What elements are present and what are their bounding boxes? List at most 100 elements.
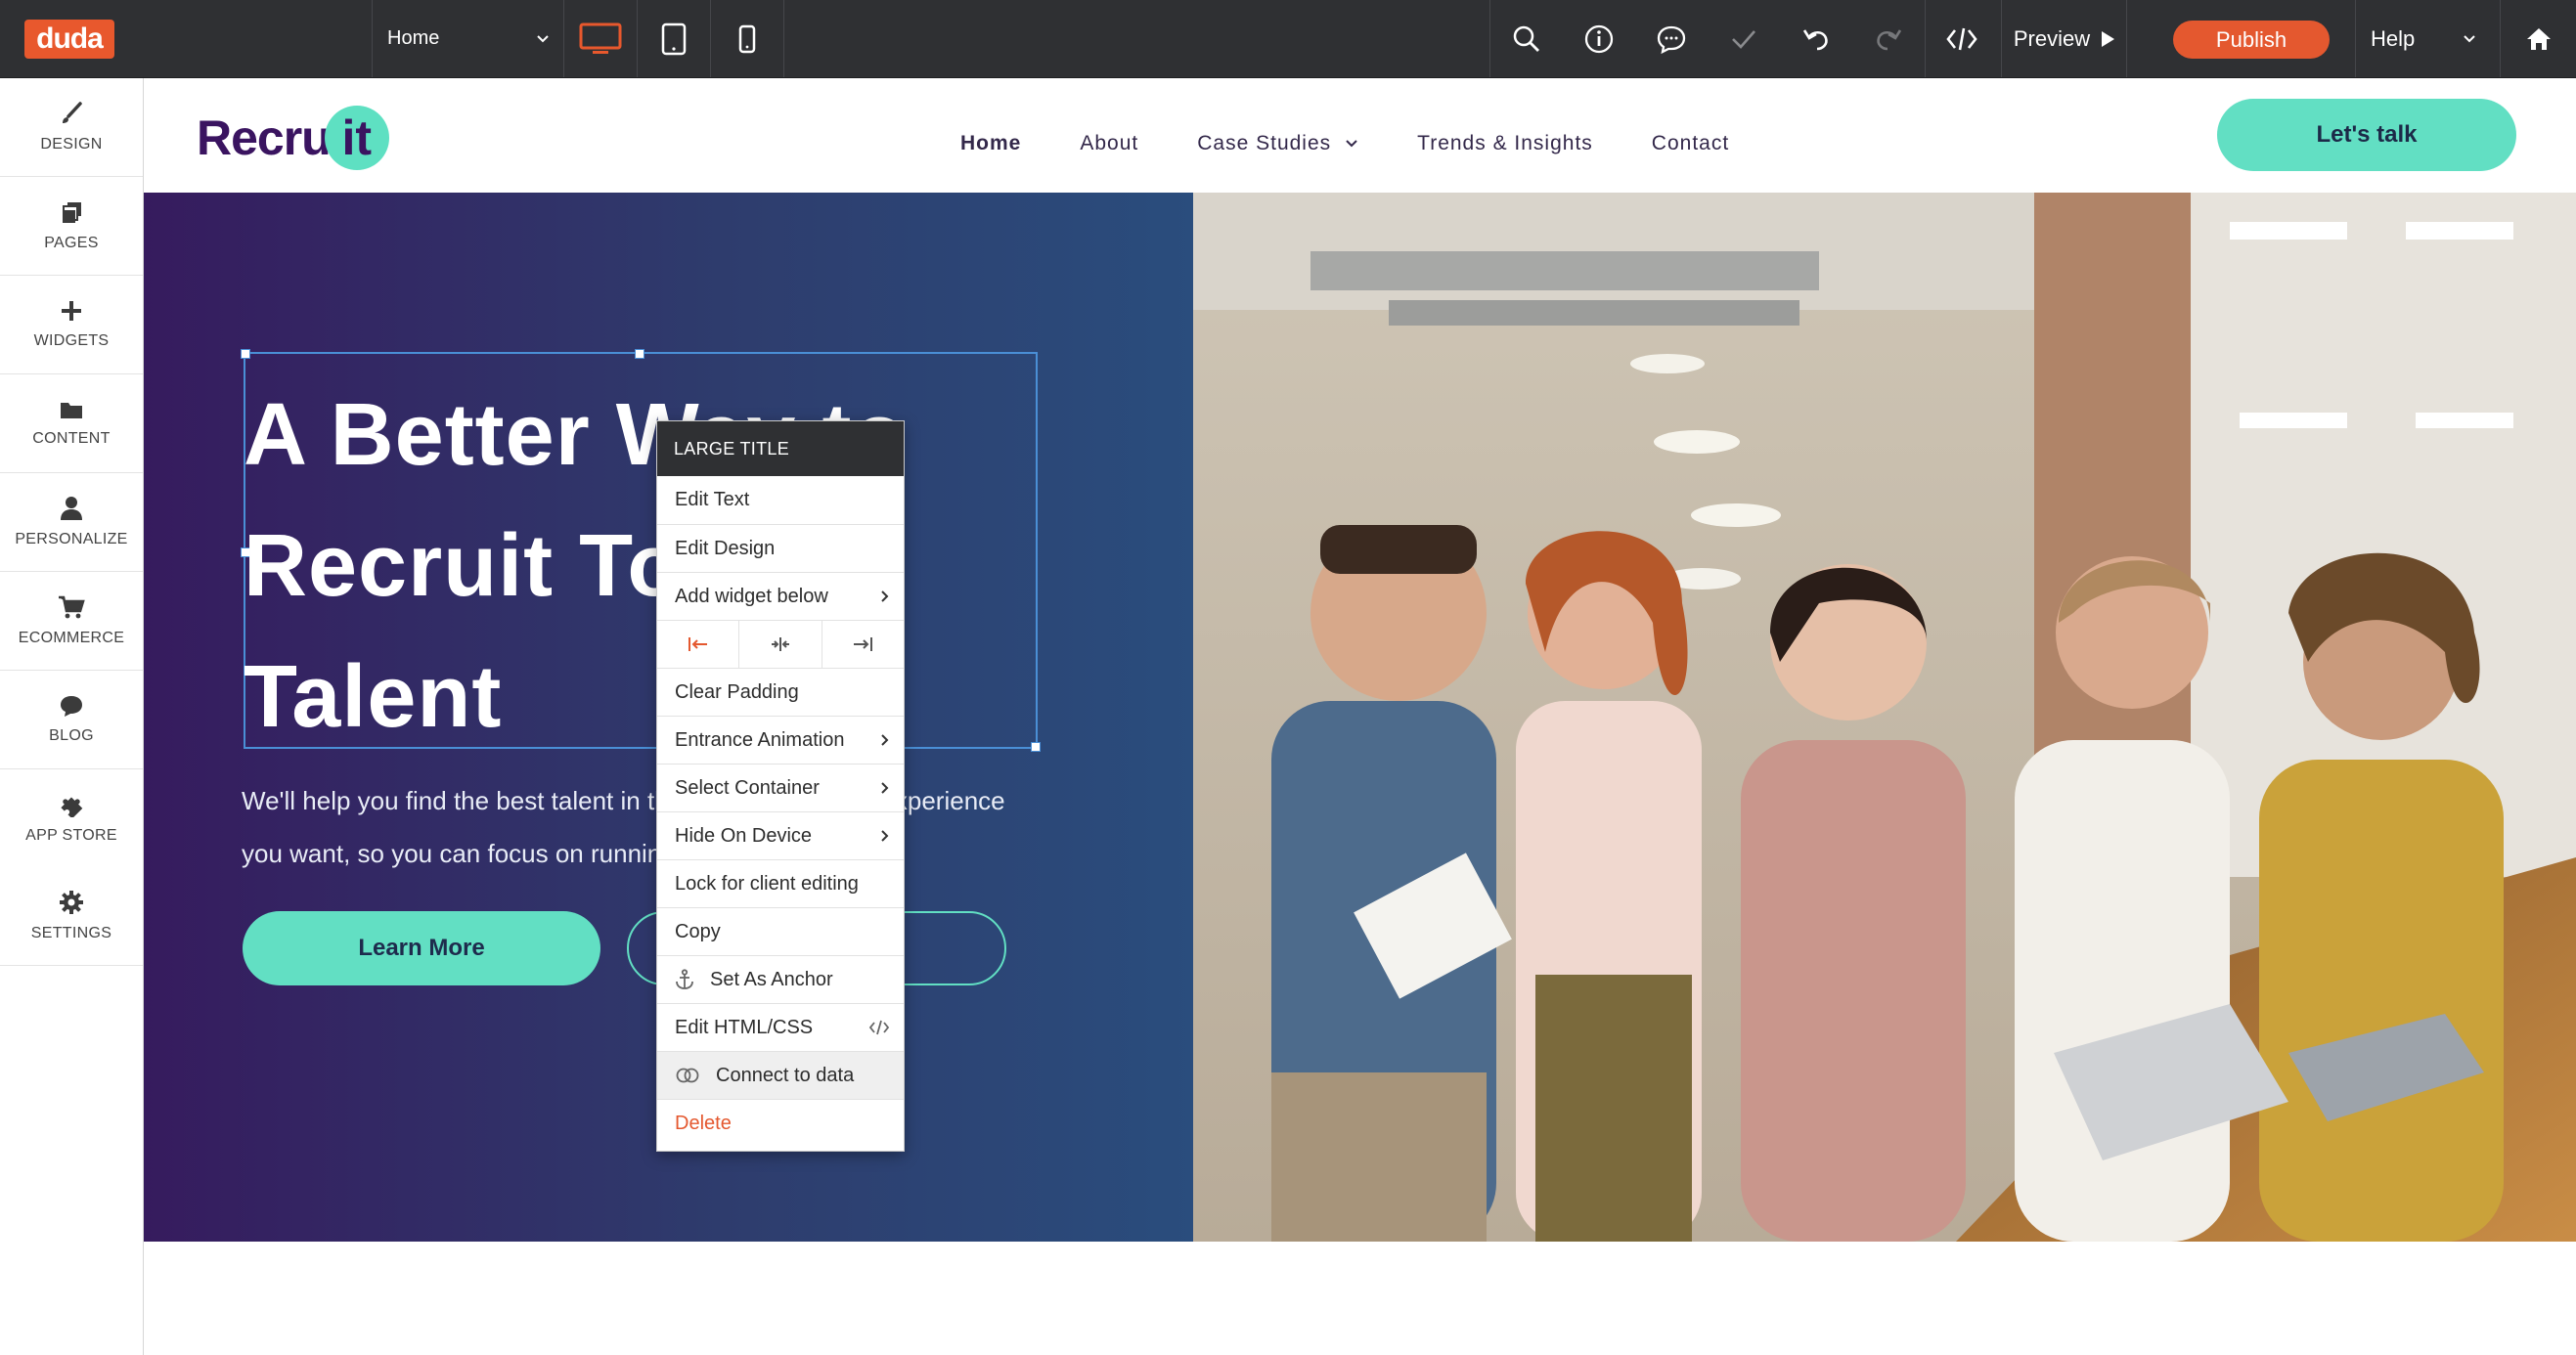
sidebar-item-app-store[interactable]: APP STORE [0,769,143,867]
sidebar-item-settings[interactable]: SETTINGS [0,867,143,966]
toolbar-separator [2126,0,2127,77]
learn-more-button[interactable]: Learn More [243,911,600,985]
desktop-view-button[interactable] [564,0,637,77]
resize-handle[interactable] [241,349,250,359]
site-logo-badge: it [324,106,389,170]
mobile-view-button[interactable] [711,0,783,77]
sidebar-item-design[interactable]: DESIGN [0,78,143,177]
menu-item-label: Copy [675,920,721,942]
lets-talk-button[interactable]: Let's talk [2217,99,2516,171]
redo-button[interactable] [1852,0,1925,77]
pages-icon [63,202,81,223]
next-section [144,1242,2576,1355]
mobile-icon [738,24,756,53]
checkmark-button[interactable] [1708,0,1780,77]
align-right-button[interactable] [822,621,904,668]
chevron-down-icon [1346,140,1357,148]
comments-button[interactable] [1635,0,1708,77]
sidebar-item-label: CONTENT [32,430,111,447]
menu-item-entrance-animation[interactable]: Entrance Animation [657,717,904,765]
align-left-button[interactable] [657,621,740,668]
link-rings-icon [676,1068,699,1083]
preview-button[interactable]: Preview [2003,0,2126,77]
site-logo-text: Recru [197,110,332,165]
developer-mode-button[interactable] [1926,0,1998,77]
info-button[interactable] [1563,0,1635,77]
menu-item-clear-padding[interactable]: Clear Padding [657,669,904,717]
hero-team-photo [1193,193,2576,1242]
home-icon [2527,27,2551,50]
sidebar-item-pages[interactable]: PAGES [0,177,143,276]
toolbar-separator [372,0,373,77]
anchor-icon [676,969,693,989]
comment-icon [1657,25,1686,54]
folder-icon [61,403,82,418]
toolbar-separator [2500,0,2501,77]
menu-item-copy[interactable]: Copy [657,908,904,956]
help-menu[interactable]: Help [2357,0,2490,77]
search-icon [1513,25,1539,52]
sidebar-item-ecommerce[interactable]: ECOMMERCE [0,572,143,671]
align-right-icon [854,637,873,651]
menu-item-connect-to-data[interactable]: Connect to data [657,1052,904,1100]
nav-item-trends-insights[interactable]: Trends & Insights [1417,132,1593,155]
menu-item-label: Select Container [675,776,820,799]
nav-item-contact[interactable]: Contact [1652,132,1729,155]
hero-subtitle[interactable]: We'll help you find the best talent in t… [242,774,1053,880]
menu-item-content: Set As Anchor [675,969,833,991]
cart-icon [59,595,85,619]
chevron-right-icon [881,590,889,602]
menu-item-add-widget-below[interactable]: Add widget below [657,573,904,621]
menu-item-edit-html-css[interactable]: Edit HTML/CSS [657,1004,904,1052]
page-selector[interactable]: Home [374,0,563,77]
nav-item-case-studies[interactable]: Case Studies [1197,132,1358,155]
site-logo[interactable]: Recru it [197,106,389,170]
gear-icon [60,891,83,914]
nav-label: Home [960,132,1022,154]
menu-item-set-as-anchor[interactable]: Set As Anchor [657,956,904,1004]
publish-button[interactable]: Publish [2173,21,2330,59]
menu-item-content: Connect to data [675,1065,854,1087]
align-center-button[interactable] [739,621,822,668]
tablet-view-button[interactable] [638,0,710,77]
chevron-down-icon [536,34,550,44]
menu-item-edit-design[interactable]: Edit Design [657,525,904,573]
chevron-down-icon [2463,34,2476,44]
sidebar-item-widgets[interactable]: WIDGETS [0,276,143,374]
menu-item-label: Entrance Animation [675,728,845,751]
hero-subtitle-line: you want, so you can focus on running yo… [242,839,847,868]
plus-icon [62,301,81,321]
editor-sidebar: DESIGN PAGES WIDGETS CONTENT PERSONALIZE [0,78,144,1355]
menu-item-label: Add widget below [675,585,828,607]
chevron-right-icon [881,830,889,842]
dashboard-home-button[interactable] [2502,0,2576,77]
context-menu-header: LARGE TITLE [657,421,904,476]
menu-item-delete[interactable]: Delete [657,1100,904,1148]
play-icon [2102,30,2115,47]
undo-button[interactable] [1780,0,1852,77]
preview-label: Preview [2013,25,2091,51]
menu-item-hide-on-device[interactable]: Hide On Device [657,812,904,860]
menu-item-lock-client-editing[interactable]: Lock for client editing [657,860,904,908]
sidebar-item-blog[interactable]: BLOG [0,671,143,769]
menu-item-edit-text[interactable]: Edit Text [657,476,904,525]
search-button[interactable] [1490,0,1563,77]
sidebar-item-content[interactable]: CONTENT [0,374,143,473]
sidebar-item-label: ECOMMERCE [18,630,125,646]
menu-item-select-container[interactable]: Select Container [657,765,904,812]
sidebar-item-label: WIDGETS [33,332,110,349]
menu-item-label: Edit HTML/CSS [675,1016,814,1038]
check-icon [1732,29,1755,49]
menu-item-label: Connect to data [716,1064,855,1086]
nav-item-about[interactable]: About [1080,132,1138,155]
sidebar-item-label: APP STORE [25,827,117,844]
alignment-controls [657,621,904,669]
puzzle-icon [61,797,83,817]
menu-item-label: Delete [675,1113,732,1134]
resize-handle[interactable] [635,349,644,359]
toolbar-separator [783,0,784,77]
sidebar-item-personalize[interactable]: PERSONALIZE [0,473,143,572]
sidebar-item-label: SETTINGS [30,925,112,941]
nav-item-home[interactable]: Home [960,132,1021,155]
chevron-right-icon [881,734,889,746]
